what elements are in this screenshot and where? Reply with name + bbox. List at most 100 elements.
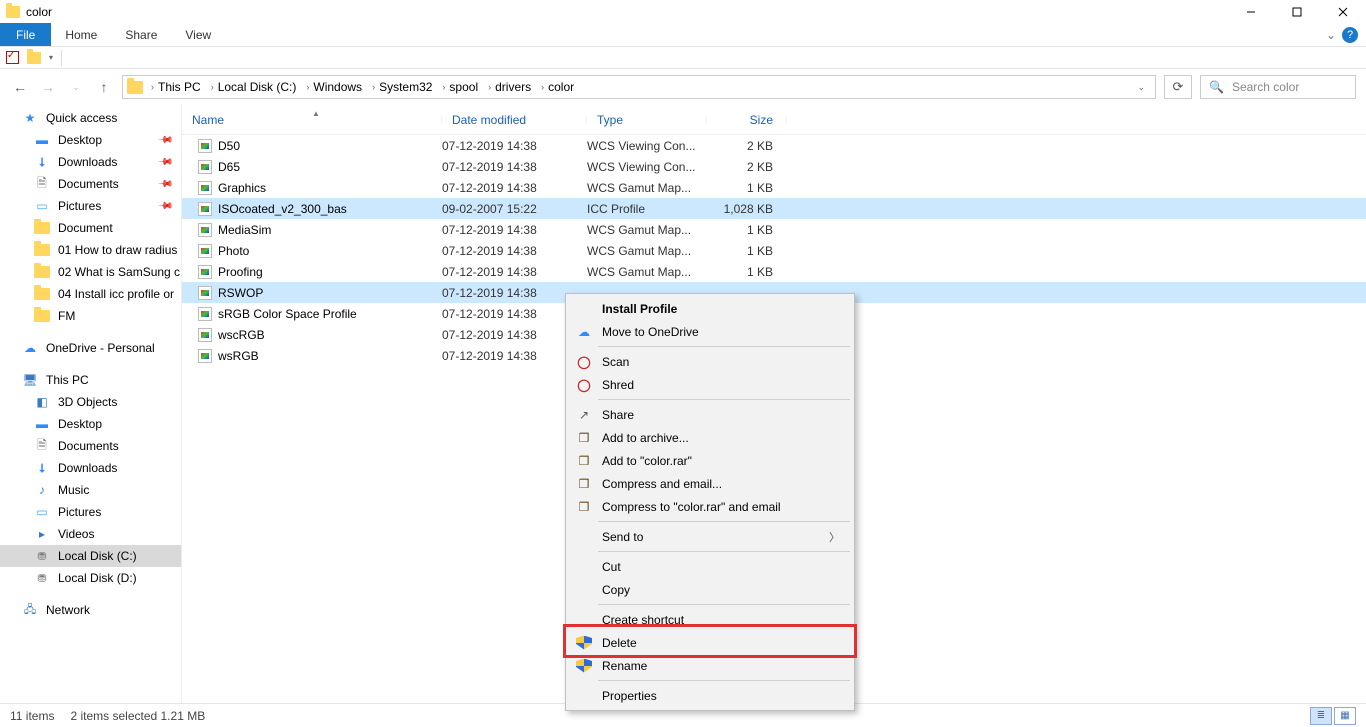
view-icons-button[interactable]: ▦ [1334, 707, 1356, 725]
file-icon [198, 349, 212, 363]
tab-file[interactable]: File [0, 23, 51, 46]
nav-item[interactable]: Documents📌 [0, 173, 181, 195]
shield-icon [576, 636, 592, 650]
minimize-button[interactable] [1228, 0, 1274, 23]
menu-item[interactable]: Send to〉 [568, 525, 852, 548]
nav-item[interactable]: Pictures📌 [0, 195, 181, 217]
qat-newfolder-icon[interactable] [27, 52, 41, 64]
file-row[interactable]: Proofing07-12-2019 14:38WCS Gamut Map...… [182, 261, 1366, 282]
mcaf-icon [576, 378, 592, 392]
qat-dropdown-icon[interactable]: ▾ [49, 53, 53, 62]
chevron-right-icon[interactable]: › [151, 82, 154, 92]
cloud-icon [22, 341, 38, 355]
address-bar[interactable]: ›This PC ›Local Disk (C:) ›Windows ›Syst… [122, 75, 1156, 99]
breadcrumb: ›drivers [484, 80, 535, 94]
view-details-button[interactable]: ≣ [1310, 707, 1332, 725]
nav-item[interactable]: Music [0, 479, 181, 501]
search-input[interactable] [1232, 80, 1347, 94]
file-date: 07-12-2019 14:38 [442, 139, 587, 153]
search-box[interactable]: 🔍 [1200, 75, 1356, 99]
rar-icon [576, 431, 592, 445]
file-icon [198, 328, 212, 342]
help-icon[interactable]: ? [1342, 27, 1358, 43]
tab-share[interactable]: Share [111, 23, 171, 46]
nav-row: ← → ⌄ ↑ ›This PC ›Local Disk (C:) ›Windo… [0, 69, 1366, 105]
file-name: Graphics [218, 181, 266, 195]
pin-icon: 📌 [156, 154, 173, 171]
col-size[interactable]: Size [707, 113, 787, 127]
file-row[interactable]: Graphics07-12-2019 14:38WCS Gamut Map...… [182, 177, 1366, 198]
share-icon [576, 408, 592, 422]
qat-properties-icon[interactable] [6, 51, 19, 64]
menu-item[interactable]: Add to archive... [568, 426, 852, 449]
menu-item-label: Copy [602, 583, 630, 597]
down-icon [34, 155, 50, 169]
col-type[interactable]: Type [587, 113, 707, 127]
back-button[interactable]: ← [10, 79, 30, 95]
nav-item[interactable]: Desktop📌 [0, 129, 181, 151]
col-date[interactable]: Date modified [442, 113, 587, 127]
disk-icon [34, 571, 50, 585]
nav-this-pc[interactable]: This PC [0, 369, 181, 391]
nav-item[interactable]: Pictures [0, 501, 181, 523]
nav-item[interactable]: Desktop [0, 413, 181, 435]
menu-item[interactable]: Create shortcut [568, 608, 852, 631]
ribbon-collapse-icon[interactable]: ⌄ [1326, 23, 1336, 46]
menu-item[interactable]: Scan [568, 350, 852, 373]
nav-item[interactable]: Videos [0, 523, 181, 545]
menu-item[interactable]: Share [568, 403, 852, 426]
menu-item[interactable]: Properties [568, 684, 852, 707]
file-row[interactable]: MediaSim07-12-2019 14:38WCS Gamut Map...… [182, 219, 1366, 240]
menu-item[interactable]: Copy [568, 578, 852, 601]
nav-onedrive[interactable]: OneDrive - Personal [0, 337, 181, 359]
col-name[interactable]: Name▲ [182, 113, 442, 127]
file-row[interactable]: ISOcoated_v2_300_bas09-02-2007 15:22ICC … [182, 198, 1366, 219]
chevron-right-icon[interactable]: › [306, 82, 309, 92]
refresh-button[interactable]: ⟳ [1164, 75, 1192, 99]
chevron-right-icon[interactable]: › [211, 82, 214, 92]
chevron-right-icon[interactable]: › [488, 82, 491, 92]
menu-item[interactable]: Add to "color.rar" [568, 449, 852, 472]
close-button[interactable] [1320, 0, 1366, 23]
tab-view[interactable]: View [171, 23, 225, 46]
tab-home[interactable]: Home [51, 23, 111, 46]
menu-item-label: Send to [602, 530, 643, 544]
menu-item[interactable]: Compress and email... [568, 472, 852, 495]
recent-dropdown-icon[interactable]: ⌄ [66, 82, 86, 93]
nav-network[interactable]: Network [0, 599, 181, 621]
menu-item[interactable]: Cut [568, 555, 852, 578]
menu-item[interactable]: Compress to "color.rar" and email [568, 495, 852, 518]
nav-item[interactable]: 04 Install icc profile or [0, 283, 181, 305]
menu-item[interactable]: Shred [568, 373, 852, 396]
nav-item[interactable]: 01 How to draw radius [0, 239, 181, 261]
file-row[interactable]: D6507-12-2019 14:38WCS Viewing Con...2 K… [182, 156, 1366, 177]
menu-item[interactable]: Delete [568, 631, 852, 654]
menu-item-label: Compress and email... [602, 477, 722, 491]
address-dropdown-icon[interactable]: ⌄ [1131, 82, 1151, 93]
menu-item[interactable]: Install Profile [568, 297, 852, 320]
nav-pane[interactable]: Quick access Desktop📌Downloads📌Documents… [0, 105, 182, 703]
file-type: WCS Viewing Con... [587, 139, 707, 153]
nav-quick-access[interactable]: Quick access [0, 107, 181, 129]
chevron-right-icon[interactable]: › [372, 82, 375, 92]
nav-item[interactable]: Local Disk (D:) [0, 567, 181, 589]
maximize-button[interactable] [1274, 0, 1320, 23]
nav-item[interactable]: Downloads [0, 457, 181, 479]
nav-item[interactable]: 3D Objects [0, 391, 181, 413]
separator [61, 50, 62, 66]
chevron-right-icon[interactable]: › [442, 82, 445, 92]
nav-item[interactable]: Local Disk (C:) [0, 545, 181, 567]
file-row[interactable]: D5007-12-2019 14:38WCS Viewing Con...2 K… [182, 135, 1366, 156]
nav-item[interactable]: 02 What is SamSung c [0, 261, 181, 283]
nav-item[interactable]: FM [0, 305, 181, 327]
up-button[interactable]: ↑ [94, 79, 114, 95]
nav-item[interactable]: Documents [0, 435, 181, 457]
forward-button[interactable]: → [38, 79, 58, 95]
chevron-right-icon[interactable]: › [541, 82, 544, 92]
menu-item[interactable]: Move to OneDrive [568, 320, 852, 343]
nav-item[interactable]: Document [0, 217, 181, 239]
file-row[interactable]: Photo07-12-2019 14:38WCS Gamut Map...1 K… [182, 240, 1366, 261]
nav-item[interactable]: Downloads📌 [0, 151, 181, 173]
menu-item-label: Delete [602, 636, 637, 650]
menu-item[interactable]: Rename [568, 654, 852, 677]
